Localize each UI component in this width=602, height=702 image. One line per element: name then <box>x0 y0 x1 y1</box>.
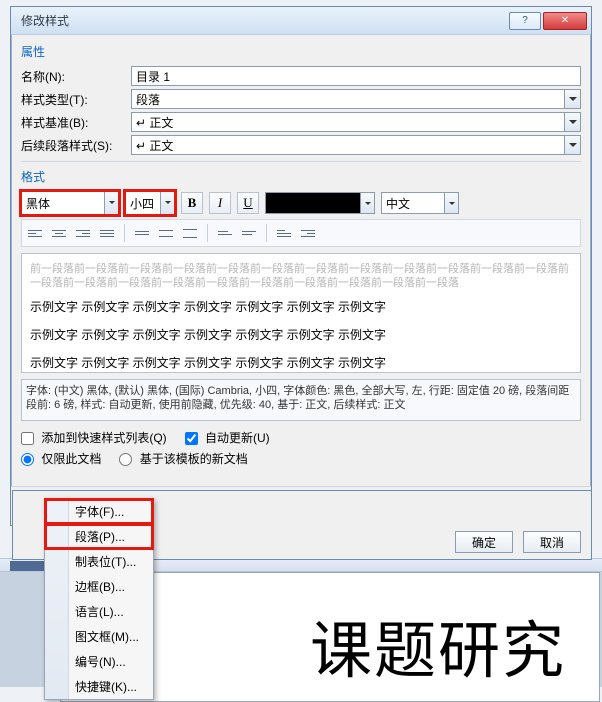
chevron-down-icon <box>160 192 174 214</box>
align-justify-icon[interactable] <box>96 222 118 244</box>
chevron-down-icon <box>564 136 580 154</box>
language-value: 中文 <box>386 195 410 212</box>
following-style-combo[interactable]: ↵ 正文 <box>131 135 581 155</box>
space-before-decrease-icon[interactable] <box>238 222 260 244</box>
align-center-icon[interactable] <box>48 222 70 244</box>
menu-item-paragraph[interactable]: 段落(P)... <box>45 524 153 549</box>
name-label: 名称(N): <box>21 68 131 85</box>
preview-sample-line-1: 示例文字 示例文字 示例文字 示例文字 示例文字 示例文字 示例文字 <box>30 296 572 318</box>
close-button[interactable]: ✕ <box>543 12 587 30</box>
menu-item-tabs[interactable]: 制表位(T)... <box>45 549 153 574</box>
menu-item-numbering[interactable]: 编号(N)... <box>45 649 153 674</box>
document-heading: 课题研究 <box>310 600 566 690</box>
type-label: 样式类型(T): <box>21 91 131 108</box>
menu-item-font[interactable]: 字体(F)... <box>45 499 153 524</box>
align-right-icon[interactable] <box>72 222 94 244</box>
auto-update-checkbox[interactable]: 自动更新(U) <box>185 429 270 446</box>
chevron-down-icon <box>104 192 118 214</box>
font-name-value: 黑体 <box>26 195 50 212</box>
preview-sample-line-2: 示例文字 示例文字 示例文字 示例文字 示例文字 示例文字 示例文字 <box>30 324 572 346</box>
style-description: 字体: (中文) 黑体, (默认) 黑体, (国际) Cambria, 小四, … <box>21 379 581 421</box>
preview-sample-line-3: 示例文字 示例文字 示例文字 示例文字 示例文字 示例文字 示例文字 <box>30 352 572 373</box>
based-on-template-radio[interactable]: 基于该模板的新文档 <box>119 450 247 467</box>
chevron-down-icon <box>444 193 458 213</box>
add-to-quick-styles-checkbox[interactable]: 添加到快速样式列表(Q) <box>21 429 167 446</box>
name-input[interactable] <box>131 66 581 86</box>
menu-item-frame[interactable]: 图文框(M)... <box>45 624 153 649</box>
only-this-document-radio[interactable]: 仅限此文档 <box>21 450 101 467</box>
parent-ok-button[interactable]: 确定 <box>455 531 513 553</box>
modify-style-dialog: 修改样式 ? ✕ 属性 名称(N): 样式类型(T): 段落 样式基准(B): … <box>10 6 592 526</box>
italic-button[interactable]: I <box>209 192 231 214</box>
space-before-increase-icon[interactable] <box>214 222 236 244</box>
preview-box: 前一段落前一段落前一段落前一段落前一段落前一段落前一段落前一段落前一段落前一段落… <box>21 253 581 373</box>
indent-decrease-icon[interactable] <box>273 222 295 244</box>
type-value: 段落 <box>136 91 160 108</box>
paragraph-toolbar <box>21 219 581 247</box>
chevron-down-icon <box>564 113 580 131</box>
menu-item-border[interactable]: 边框(B)... <box>45 574 153 599</box>
based-on-label: 样式基准(B): <box>21 114 131 131</box>
indent-increase-icon[interactable] <box>297 222 319 244</box>
parent-cancel-button[interactable]: 取消 <box>523 531 581 553</box>
chevron-down-icon <box>564 90 580 108</box>
preview-context-text: 前一段落前一段落前一段落前一段落前一段落前一段落前一段落前一段落前一段落前一段落… <box>30 262 572 290</box>
font-color-combo[interactable] <box>265 192 375 214</box>
type-combo[interactable]: 段落 <box>131 89 581 109</box>
following-style-label: 后续段落样式(S): <box>21 137 131 154</box>
following-style-value: ↵ 正文 <box>136 137 173 154</box>
line-spacing-single-icon[interactable] <box>131 222 153 244</box>
titlebar: 修改样式 ? ✕ <box>11 7 591 35</box>
font-size-combo[interactable]: 小四 <box>125 191 175 215</box>
menu-item-language[interactable]: 语言(L)... <box>45 599 153 624</box>
bold-button[interactable]: B <box>181 192 203 214</box>
format-menu: 字体(F)... 段落(P)... 制表位(T)... 边框(B)... 语言(… <box>44 498 154 700</box>
properties-group-label: 属性 <box>21 43 581 60</box>
chevron-down-icon <box>360 193 374 213</box>
font-size-value: 小四 <box>130 195 154 212</box>
help-button[interactable]: ? <box>509 12 541 30</box>
based-on-combo[interactable]: ↵ 正文 <box>131 112 581 132</box>
align-left-icon[interactable] <box>24 222 46 244</box>
line-spacing-double-icon[interactable] <box>179 222 201 244</box>
dialog-title: 修改样式 <box>15 12 507 29</box>
font-name-combo[interactable]: 黑体 <box>21 191 119 215</box>
underline-button[interactable]: U <box>237 192 259 214</box>
language-combo[interactable]: 中文 <box>381 192 459 214</box>
line-spacing-15-icon[interactable] <box>155 222 177 244</box>
based-on-value: ↵ 正文 <box>136 114 173 131</box>
format-group-label: 格式 <box>21 168 581 185</box>
